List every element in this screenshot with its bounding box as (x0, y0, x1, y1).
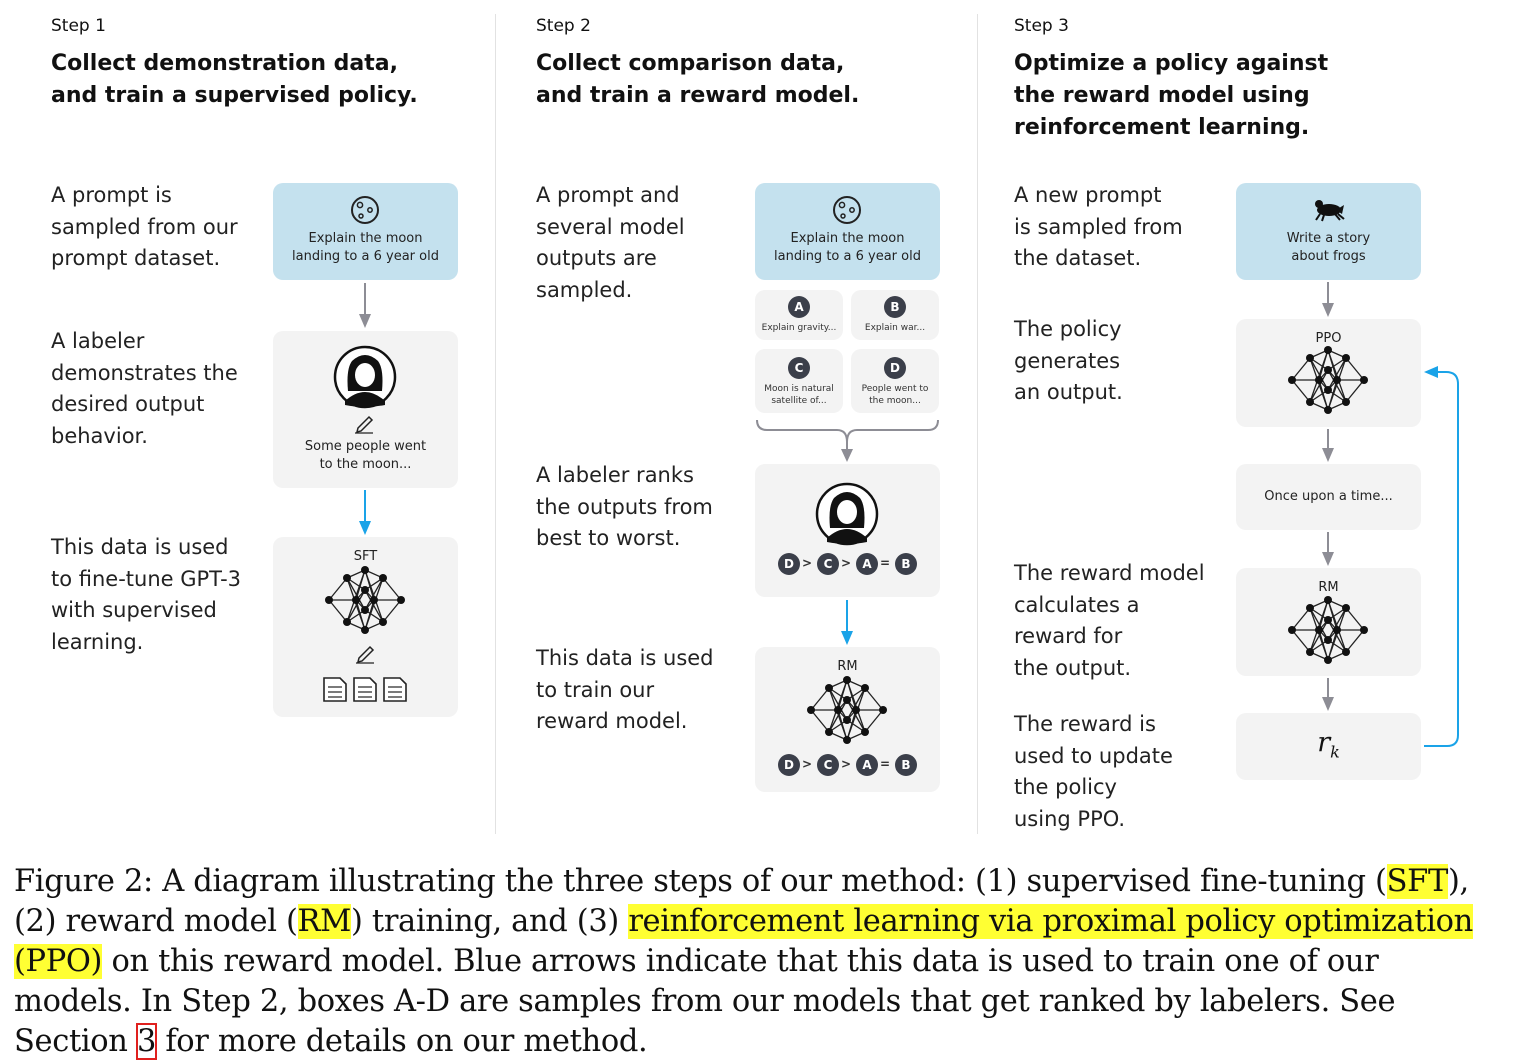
step1-prompt-box: Explain the moon landing to a 6 year old (273, 183, 458, 280)
step3-rm-box: RM (1236, 568, 1421, 676)
reward-symbol: rk (1317, 727, 1340, 762)
step1-labeler-box: Some people went to the moon... (273, 331, 458, 488)
step1-label: Step 1 (51, 16, 106, 36)
step3-prompt-box: Write a story about frogs (1236, 183, 1421, 280)
prompt-text-line: Explain the moon (790, 231, 905, 246)
sample-letter-badge: D (884, 357, 906, 379)
step3-output-box: Once upon a time... (1236, 464, 1421, 530)
sample-text: the moon... (869, 396, 921, 406)
prompt-text-line: landing to a 6 year old (774, 249, 921, 264)
rank-letter-badge: A (856, 754, 878, 776)
blue-arrow (841, 600, 853, 645)
grey-arrow (359, 283, 371, 328)
prompt-text-line: Write a story (1286, 231, 1371, 246)
blue-feedback-arrow (1424, 366, 1459, 747)
rank-operator: > (802, 556, 813, 570)
figure-caption: Figure 2: A diagram illustrating the thr… (14, 864, 1473, 1060)
rank-letter-badge: D (778, 553, 800, 575)
section-reference-link[interactable]: 3 (135, 1023, 158, 1060)
prompt-text-line: Explain the moon (308, 231, 423, 246)
rank-operator: = (880, 757, 891, 771)
grey-arrow (1322, 282, 1334, 317)
sample-text: Moon is natural (764, 384, 834, 394)
rank-letter-badge: D (778, 754, 800, 776)
sample-text: People went to (861, 384, 929, 394)
step3-reward-box: rk (1236, 713, 1421, 780)
step1-title: Collect demonstration data, and train a … (51, 51, 418, 108)
grey-arrow (1322, 532, 1334, 566)
highlight-rm: RM (297, 904, 352, 939)
step3-desc-reward-model: The reward model calculates a reward for… (1014, 561, 1205, 680)
documents-icon (323, 677, 407, 702)
demo-output-line: Some people went (304, 439, 427, 454)
sample-text: Explain gravity... (761, 323, 837, 333)
step2-label: Step 2 (536, 16, 591, 36)
sample-box-c: C Moon is natural satellite of... (755, 349, 843, 413)
step3-desc-prompt: A new prompt is sampled from the dataset… (1014, 183, 1183, 270)
sample-letter-badge: C (788, 357, 810, 379)
step2-prompt-box: Explain the moon landing to a 6 year old (755, 183, 940, 280)
neural-network-icon (1288, 346, 1368, 414)
rank-operator: > (841, 757, 852, 771)
grey-arrow (1322, 678, 1334, 711)
step2-title: Collect comparison data, and train a rew… (536, 51, 860, 108)
step1-desc-prompt: A prompt is sampled from our prompt data… (51, 183, 238, 270)
step2-desc-sampled: A prompt and several model outputs are s… (536, 183, 685, 302)
rank-operator: = (880, 556, 891, 570)
sample-box-a: A Explain gravity... (755, 290, 843, 340)
step3-desc-update: The reward is used to update the policy … (1014, 712, 1173, 831)
rank-letter-badge: B (895, 553, 917, 575)
demo-output-line: to the moon... (319, 457, 412, 472)
sample-box-b: B Explain war... (851, 290, 939, 340)
rank-letter-badge: C (817, 553, 839, 575)
rank-operator: > (841, 556, 852, 570)
step3-ppo-box: PPO (1236, 319, 1421, 427)
step3-title: Optimize a policy against the reward mod… (1014, 51, 1329, 140)
sample-letter-badge: A (788, 296, 810, 318)
sample-box-d: D People went to the moon... (851, 349, 939, 413)
step2-desc-ranks: A labeler ranks the outputs from best to… (536, 463, 713, 550)
rank-letter-badge: A (856, 553, 878, 575)
step3-label: Step 3 (1014, 16, 1069, 36)
grey-arrow (841, 442, 853, 462)
step2-labeler-box: D > C > A = B (755, 464, 940, 597)
step1-desc-finetune: This data is used to fine-tune GPT-3 wit… (51, 535, 242, 654)
rank-operator: > (802, 757, 813, 771)
step2-desc-train-rm: This data is used to train our reward mo… (536, 646, 714, 733)
sample-text: satellite of... (771, 396, 827, 406)
generated-output-text: Once upon a time... (1264, 489, 1393, 504)
prompt-text-line: landing to a 6 year old (292, 249, 439, 264)
sample-text: Explain war... (864, 323, 926, 333)
column-divider-2 (977, 14, 978, 834)
prompt-text-line: about frogs (1291, 249, 1366, 264)
neural-network-icon (1288, 596, 1368, 664)
column-divider-1 (495, 14, 496, 834)
step3-desc-policy: The policy generates an output. (1014, 317, 1123, 404)
step2-rm-box: RM D > C > A = B (755, 647, 940, 792)
sample-letter-badge: B (884, 296, 906, 318)
step1-desc-labeler: A labeler demonstrates the desired outpu… (51, 329, 238, 448)
rank-letter-badge: C (817, 754, 839, 776)
step1-sft-box: SFT (273, 537, 458, 717)
highlight-sft: SFT (1386, 864, 1448, 899)
bracket (756, 419, 939, 443)
grey-arrow (1322, 429, 1334, 462)
blue-arrow (359, 490, 371, 535)
rank-letter-badge: B (895, 754, 917, 776)
labeler-avatar-icon (815, 482, 879, 546)
